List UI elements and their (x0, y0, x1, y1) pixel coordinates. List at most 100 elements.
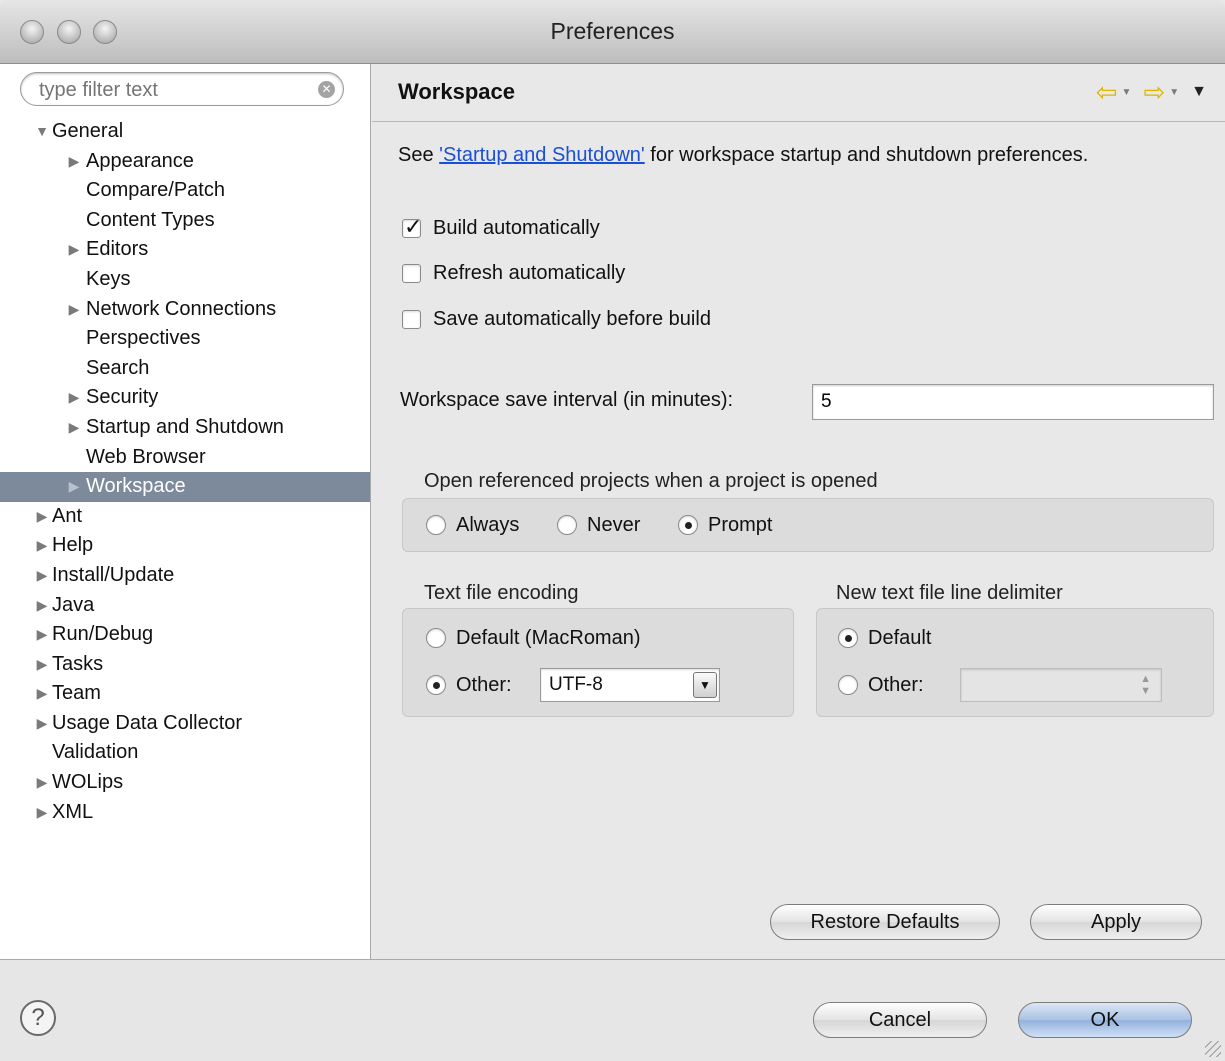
disclosure-closed-icon[interactable]: ▶ (66, 383, 82, 413)
tree-item[interactable]: Keys (0, 265, 370, 295)
page-header: Workspace ⇦ ▼ ⇨ ▼ ▼ (372, 64, 1225, 122)
save-interval-input[interactable] (812, 384, 1214, 420)
tree-item-label: Validation (52, 741, 139, 764)
radio-unselected[interactable] (838, 675, 858, 695)
delimiter-select[interactable]: ▲ ▼ (960, 668, 1162, 702)
ok-button[interactable]: OK (1018, 1002, 1192, 1038)
tree-item-label: WOLips (52, 771, 124, 794)
tree-item[interactable]: Compare/Patch (0, 176, 370, 206)
forward-history-dropdown-icon[interactable]: ▼ (1169, 87, 1179, 98)
tree-item[interactable]: ▶ Editors (0, 235, 370, 265)
title-bar: Preferences (0, 0, 1225, 64)
tree-item[interactable]: ▶ Install/Update (0, 561, 370, 591)
line-delimiter-group-label: New text file line delimiter (836, 582, 1063, 604)
tree-item-label: Appearance (86, 149, 194, 172)
disclosure-closed-icon[interactable]: ▶ (66, 147, 82, 177)
text-encoding-group-label: Text file encoding (424, 582, 579, 604)
never-radio[interactable]: Never (557, 511, 640, 539)
delimiter-default-radio[interactable]: Default (838, 624, 931, 652)
restore-defaults-button[interactable]: Restore Defaults (770, 904, 1000, 940)
tree-item[interactable]: ▶ Startup and Shutdown (0, 413, 370, 443)
delimiter-other-radio[interactable]: Other: (838, 671, 924, 699)
disclosure-closed-icon[interactable]: ▶ (34, 531, 50, 561)
tree-item-label: Workspace (86, 475, 186, 498)
view-menu-icon[interactable]: ▼ (1191, 83, 1207, 101)
radio-unselected[interactable] (426, 515, 446, 535)
disclosure-closed-icon[interactable]: ▶ (34, 709, 50, 739)
resize-grip-icon[interactable] (1205, 1041, 1221, 1057)
forward-arrow-icon[interactable]: ⇨ (1143, 79, 1165, 105)
tree-item[interactable]: Web Browser (0, 443, 370, 473)
disclosure-closed-icon[interactable]: ▶ (66, 235, 82, 265)
disclosure-closed-icon[interactable]: ▶ (34, 591, 50, 621)
tree-item[interactable]: ▶ Security (0, 383, 370, 413)
disclosure-closed-icon[interactable]: ▶ (34, 502, 50, 532)
tree-item[interactable]: ▶ Network Connections (0, 295, 370, 325)
tree-item-label: Perspectives (86, 327, 201, 350)
tree-item[interactable]: ▶ Ant (0, 502, 370, 532)
tree-item[interactable]: ▶ Help (0, 531, 370, 561)
disclosure-closed-icon[interactable]: ▶ (66, 413, 82, 443)
prompt-radio[interactable]: Prompt (678, 511, 772, 539)
save-automatically-checkbox[interactable]: Save automatically before build (402, 306, 711, 332)
cancel-button[interactable]: Cancel (813, 1002, 987, 1038)
build-automatically-checkbox[interactable]: Build automatically (402, 214, 600, 241)
encoding-default-label: Default (MacRoman) (456, 626, 641, 649)
checkbox-unchecked[interactable] (402, 309, 421, 329)
preferences-tree: ▼ General ▶ Appearance Compare/Patch Content … (0, 117, 370, 827)
disclosure-closed-icon[interactable]: ▶ (34, 561, 50, 591)
refresh-automatically-checkbox[interactable]: Refresh automatically (402, 260, 625, 286)
radio-selected[interactable] (426, 675, 446, 695)
checkbox-checked[interactable] (402, 214, 422, 240)
tree-item[interactable]: ▶ Usage Data Collector (0, 709, 370, 739)
never-label: Never (587, 513, 641, 536)
radio-selected[interactable] (678, 515, 698, 535)
disclosure-closed-icon[interactable]: ▶ (34, 650, 50, 680)
chevron-down-icon[interactable]: ▼ (693, 672, 717, 698)
radio-selected[interactable] (838, 628, 858, 648)
encoding-default-radio[interactable]: Default (MacRoman) (426, 624, 641, 652)
tree-item[interactable]: ▶ Tasks (0, 650, 370, 680)
disclosure-closed-icon[interactable]: ▶ (34, 620, 50, 650)
radio-unselected[interactable] (557, 515, 577, 535)
tree-item[interactable]: ▶ Run/Debug (0, 620, 370, 650)
encoding-select[interactable]: UTF-8 ▼ (540, 668, 720, 702)
back-arrow-icon[interactable]: ⇦ (1096, 79, 1118, 105)
apply-button[interactable]: Apply (1030, 904, 1202, 940)
tree-item[interactable]: ▶ Team (0, 679, 370, 709)
disclosure-closed-icon[interactable]: ▶ (34, 679, 50, 709)
tree-item[interactable]: ▶ Appearance (0, 147, 370, 177)
encoding-other-radio[interactable]: Other: (426, 671, 512, 699)
tree-item-label: Search (86, 356, 150, 379)
see-prefix: See (398, 144, 440, 166)
startup-shutdown-link[interactable]: 'Startup and Shutdown' (439, 144, 645, 166)
disclosure-closed-icon[interactable]: ▶ (66, 295, 82, 325)
tree-item[interactable]: ▶ Java (0, 591, 370, 621)
tree-item-label: Editors (86, 238, 149, 261)
back-history-dropdown-icon[interactable]: ▼ (1122, 87, 1132, 98)
tree-item[interactable]: Search (0, 354, 370, 384)
tree-item[interactable]: ▶ WOLips (0, 768, 370, 798)
tree-item[interactable]: Content Types (0, 206, 370, 236)
help-icon[interactable]: ? (20, 1000, 56, 1036)
save-interval-label: Workspace save interval (in minutes): (400, 389, 734, 411)
always-label: Always (456, 513, 520, 536)
tree-item[interactable]: ▼ General (0, 117, 370, 147)
checkbox-unchecked[interactable] (402, 263, 421, 283)
disclosure-closed-icon[interactable]: ▶ (34, 768, 50, 798)
dialog-button-bar: ? Cancel OK (0, 959, 1225, 1061)
clear-filter-icon[interactable]: ✕ (318, 81, 335, 98)
disclosure-open-icon[interactable]: ▼ (34, 117, 50, 147)
tree-item-label: Keys (86, 267, 131, 290)
build-automatically-label: Build automatically (433, 216, 600, 239)
radio-unselected[interactable] (426, 628, 446, 648)
tree-item[interactable]: ▶ XML (0, 798, 370, 828)
tree-item[interactable]: ▶ Workspace (0, 472, 370, 502)
always-radio[interactable]: Always (426, 511, 519, 539)
tree-item[interactable]: Validation (0, 738, 370, 768)
filter-input[interactable] (39, 78, 309, 102)
disclosure-closed-icon[interactable]: ▶ (66, 472, 82, 502)
disclosure-closed-icon[interactable]: ▶ (34, 798, 50, 828)
filter-field[interactable]: ✕ (20, 72, 344, 106)
tree-item[interactable]: Perspectives (0, 324, 370, 354)
